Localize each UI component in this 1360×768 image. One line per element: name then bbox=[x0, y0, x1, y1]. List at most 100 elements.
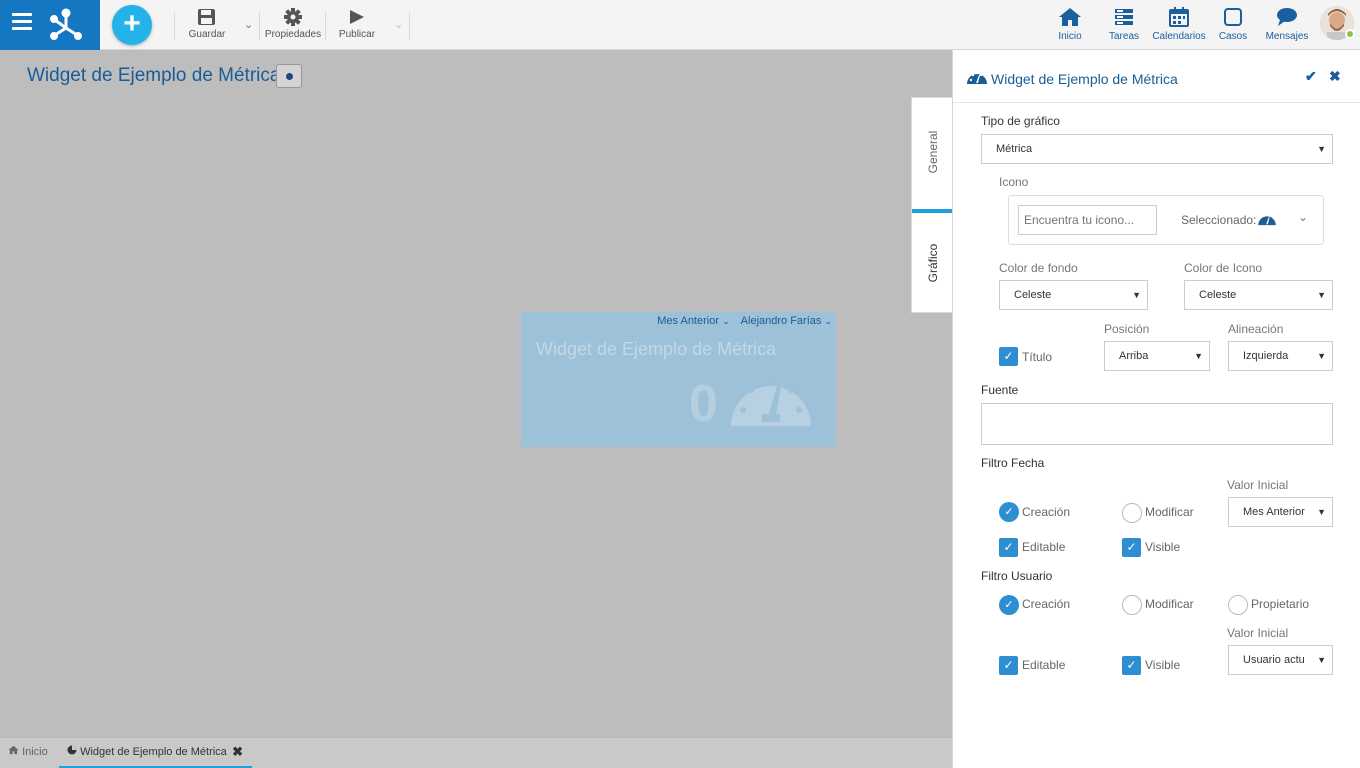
save-label: Guardar bbox=[188, 29, 226, 40]
alignment-select[interactable]: Izquierda ▼ bbox=[1228, 341, 1333, 371]
icon-color-value: Celeste bbox=[1199, 289, 1237, 301]
nav-home[interactable]: Inicio bbox=[1052, 7, 1088, 42]
app-logo-icon[interactable] bbox=[50, 8, 82, 40]
properties-button[interactable]: Propiedades bbox=[264, 8, 322, 40]
tab-general-label: General bbox=[925, 130, 940, 173]
title-options-button[interactable] bbox=[276, 64, 302, 88]
user-filter-editable-label: Editable bbox=[1022, 658, 1066, 672]
speech-bubble-icon bbox=[1277, 8, 1297, 26]
dropdown-arrow-icon: ▼ bbox=[1132, 290, 1141, 300]
icon-label: Icono bbox=[999, 175, 1029, 189]
icon-color-select[interactable]: Celeste ▼ bbox=[1184, 280, 1333, 310]
tab-grafico[interactable]: Gráfico bbox=[912, 209, 953, 313]
floppy-disk-icon bbox=[198, 9, 215, 25]
bottom-tab-home-label: Inicio bbox=[22, 746, 48, 758]
date-filter-editable-checkbox[interactable]: ✓ bbox=[999, 538, 1018, 557]
date-filter-initial-value: Mes Anterior bbox=[1243, 506, 1305, 518]
toolbar-divider bbox=[409, 12, 410, 40]
date-filter-value: Mes Anterior bbox=[657, 315, 719, 327]
hamburger-menu-icon[interactable] bbox=[12, 13, 32, 35]
save-button[interactable]: Guardar bbox=[186, 8, 228, 40]
save-options-chevron-down-icon[interactable]: ⌄ bbox=[244, 18, 253, 31]
nav-messages-label: Mensajes bbox=[1265, 31, 1309, 42]
icon-picker: Seleccionado: ⌄ bbox=[1008, 195, 1324, 245]
date-filter-modify-label: Modificar bbox=[1145, 505, 1194, 519]
dropdown-arrow-icon: ▼ bbox=[1317, 290, 1326, 300]
cases-square-icon bbox=[1224, 8, 1242, 26]
bottom-tab-home[interactable]: Inicio bbox=[8, 745, 48, 758]
calendar-icon bbox=[1169, 7, 1189, 27]
date-filter-modify-radio[interactable] bbox=[1122, 503, 1142, 523]
nav-calendars[interactable]: Calendarios bbox=[1152, 7, 1206, 42]
date-filter-visible-checkbox[interactable]: ✓ bbox=[1122, 538, 1141, 557]
user-filter-label: Filtro Usuario bbox=[981, 569, 1053, 583]
date-filter-creation-radio[interactable]: ✓ bbox=[999, 502, 1019, 522]
close-tab-icon[interactable]: ✖ bbox=[232, 744, 243, 760]
dot-icon bbox=[286, 73, 293, 80]
nav-tasks[interactable]: Tareas bbox=[1104, 7, 1144, 42]
user-filter-initial-value-label: Valor Inicial bbox=[1227, 626, 1289, 640]
widget-metric-value: 0 bbox=[689, 375, 718, 433]
icon-search-input[interactable] bbox=[1018, 205, 1157, 235]
user-filter-modify-radio[interactable] bbox=[1122, 595, 1142, 615]
source-label: Fuente bbox=[981, 383, 1019, 397]
user-filter-visible-checkbox[interactable]: ✓ bbox=[1122, 656, 1141, 675]
panel-header-divider bbox=[953, 102, 1360, 103]
close-icon[interactable]: ✖ bbox=[1329, 68, 1341, 85]
toolbar-divider bbox=[325, 12, 326, 40]
selected-speedometer-icon bbox=[1258, 216, 1276, 226]
icon-picker-chevron-down-icon[interactable]: ⌄ bbox=[1298, 210, 1308, 224]
pie-chart-icon bbox=[67, 745, 77, 755]
dropdown-arrow-icon: ▼ bbox=[1317, 144, 1326, 154]
chevron-down-icon: ⌄ bbox=[722, 316, 730, 326]
brand-area bbox=[0, 0, 100, 50]
tab-grafico-label: Gráfico bbox=[925, 243, 940, 283]
date-filter-creation-label: Creación bbox=[1022, 505, 1071, 519]
bg-color-select[interactable]: Celeste ▼ bbox=[999, 280, 1148, 310]
nav-messages[interactable]: Mensajes bbox=[1262, 7, 1312, 42]
chevron-down-icon: ⌄ bbox=[824, 316, 832, 326]
gear-icon bbox=[284, 8, 302, 26]
dropdown-arrow-icon: ▼ bbox=[1317, 655, 1326, 665]
publish-options-chevron-down-icon[interactable]: ⌄ bbox=[394, 18, 403, 31]
user-filter-visible-label: Visible bbox=[1145, 658, 1181, 672]
bottom-tab-widget[interactable]: Widget de Ejemplo de Métrica ✖ bbox=[59, 738, 252, 768]
date-filter-visible-label: Visible bbox=[1145, 540, 1181, 554]
tab-general[interactable]: General bbox=[912, 98, 953, 205]
user-filter-creation-radio[interactable]: ✓ bbox=[999, 595, 1019, 615]
date-filter-label: Filtro Fecha bbox=[981, 456, 1045, 470]
page-title: Widget de Ejemplo de Métrica bbox=[27, 65, 281, 86]
position-select[interactable]: Arriba ▼ bbox=[1104, 341, 1210, 371]
user-filter-initial-value-select[interactable]: Usuario actu ▼ bbox=[1228, 645, 1333, 675]
user-filter-editable-checkbox[interactable]: ✓ bbox=[999, 656, 1018, 675]
user-filter-dropdown[interactable]: Alejandro Farías ⌄ bbox=[741, 315, 832, 327]
chart-type-select[interactable]: Métrica ▼ bbox=[981, 134, 1333, 164]
title-checkbox-label: Título bbox=[1022, 350, 1053, 364]
date-filter-dropdown[interactable]: Mes Anterior ⌄ bbox=[657, 315, 729, 327]
properties-label: Propiedades bbox=[264, 29, 322, 40]
source-input[interactable] bbox=[981, 403, 1333, 445]
user-filter-value: Alejandro Farías bbox=[740, 315, 822, 327]
icon-selected-label: Seleccionado: bbox=[1181, 213, 1257, 227]
date-filter-initial-value-select[interactable]: Mes Anterior ▼ bbox=[1228, 497, 1333, 527]
panel-title: Widget de Ejemplo de Métrica bbox=[991, 71, 1178, 87]
metric-widget[interactable]: Mes Anterior ⌄ Alejandro Farías ⌄ Widget… bbox=[521, 312, 836, 447]
date-filter-editable-label: Editable bbox=[1022, 540, 1066, 554]
position-value: Arriba bbox=[1119, 350, 1149, 362]
icon-color-label: Color de Icono bbox=[1184, 261, 1263, 275]
add-button[interactable]: + bbox=[112, 5, 152, 45]
user-filter-modify-label: Modificar bbox=[1145, 597, 1194, 611]
title-checkbox[interactable]: ✓ bbox=[999, 347, 1018, 366]
bg-color-label: Color de fondo bbox=[999, 261, 1078, 275]
publish-button[interactable]: Publicar bbox=[336, 8, 378, 40]
alignment-label: Alineación bbox=[1228, 322, 1284, 336]
home-icon bbox=[8, 745, 19, 755]
confirm-check-icon[interactable]: ✔ bbox=[1305, 68, 1317, 85]
dropdown-arrow-icon: ▼ bbox=[1317, 507, 1326, 517]
speedometer-icon bbox=[731, 378, 811, 426]
user-filter-creation-label: Creación bbox=[1022, 597, 1071, 611]
publish-label: Publicar bbox=[338, 29, 376, 40]
side-tabs: General Gráfico bbox=[911, 97, 953, 313]
user-filter-owner-radio[interactable] bbox=[1228, 595, 1248, 615]
nav-cases[interactable]: Casos bbox=[1214, 7, 1252, 42]
